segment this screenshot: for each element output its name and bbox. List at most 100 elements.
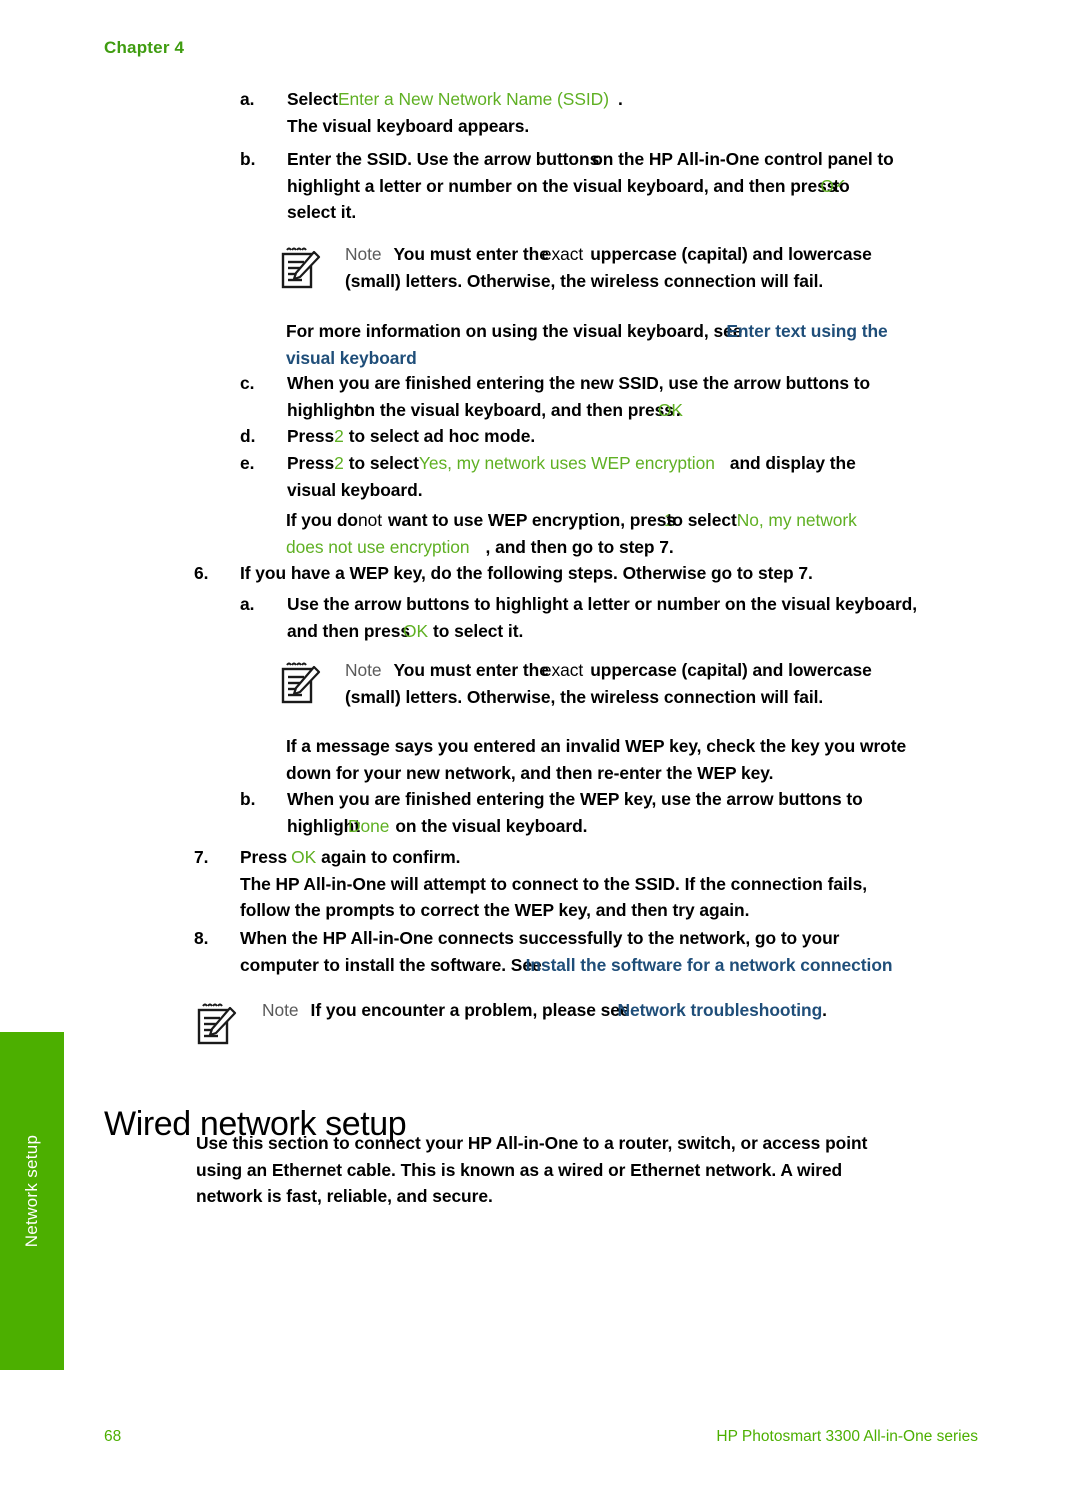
text-run: If you have a WEP key, do the following … <box>240 563 813 583</box>
text-run: to select ad hoc mode. <box>348 426 536 446</box>
text-run: to select <box>666 510 737 530</box>
text-run: to <box>833 175 850 196</box>
list-item-7-confirm: 7. Press OK again to confirm. The HP All-i… <box>194 844 1070 924</box>
paragraph-no-wep: If you donot want to use WEP encryption, … <box>286 507 1056 560</box>
text-run: want to use WEP encryption, press <box>388 510 676 530</box>
paragraph-invalid-wep-key: If a message says you entered an invalid… <box>286 733 1066 786</box>
ui-string-ok-button: OK <box>291 847 317 867</box>
ui-string-ok-button: OK <box>403 620 429 641</box>
text-run: on the HP All-in-One control panel to <box>592 149 894 169</box>
text-run: down for your new network, and then re-e… <box>286 762 774 783</box>
text-run: visual keyboard. <box>287 479 423 500</box>
text-run: The HP All-in-One will attempt to connec… <box>240 873 867 894</box>
text-run: Enter the SSID. Use the arrow buttons <box>287 149 600 169</box>
list-item-b-enter-ssid: b. Enter the SSID. Use the arrow buttons… <box>240 146 1080 226</box>
text-run: When the HP All-in-One connects successf… <box>240 928 840 948</box>
list-item-a-highlight-key: a. Use the arrow buttons to highlight a … <box>240 591 1080 644</box>
note-block-2: Note You must enter theexact uppercase (ca… <box>345 657 1045 710</box>
section-thumb-tab-label: Network setup <box>22 1134 41 1248</box>
text-run: You must enter the <box>393 244 549 264</box>
text-run: Press <box>240 847 288 867</box>
list-marker: 6. <box>194 563 209 583</box>
note-icon <box>281 662 321 704</box>
note-block-1: Note You must enter theexact uppercase (ca… <box>345 241 1045 294</box>
text-run: on the visual keyboard. <box>395 815 588 836</box>
list-item-6-wep-key: 6. If you have a WEP key, do the followi… <box>194 560 1070 587</box>
text-run: If a message says you entered an invalid… <box>286 736 907 756</box>
text-run: and display the <box>729 453 856 473</box>
text-run: on the visual keyboard, and then press <box>353 399 674 420</box>
text-run: highlight a letter or number on the visu… <box>287 175 837 196</box>
text-run: . <box>617 89 623 109</box>
ui-string-key-2: 2 <box>334 453 344 473</box>
ui-string-ssid-menu: Enter a New Network Name (SSID) <box>337 89 609 109</box>
text-run: not <box>358 510 383 530</box>
list-marker: a. <box>240 89 255 109</box>
text-run: and then press <box>287 620 410 641</box>
text-run: Use the arrow buttons to highlight a let… <box>287 594 918 614</box>
text-run: highlight <box>287 399 360 420</box>
ui-string-wep-yes: Yes, my network uses WEP encryption <box>418 453 715 473</box>
note-label: Note <box>345 244 382 264</box>
text-run: exact <box>541 244 584 264</box>
list-marker: 8. <box>194 928 209 948</box>
text-run: follow the prompts to correct the WEP ke… <box>240 900 750 921</box>
text-run: to select <box>348 453 419 473</box>
text-run: again to confirm. <box>321 847 461 867</box>
text-run: uppercase (capital) and lowercase <box>590 660 872 680</box>
footer-product-title: HP Photosmart 3300 All-in-One series <box>716 1428 978 1445</box>
text-run: Press <box>287 426 335 446</box>
document-page: Chapter 4 a. SelectEnter a New Network N… <box>0 0 1080 1495</box>
list-item-c-finish-ssid: c. When you are finished entering the ne… <box>240 370 1080 423</box>
text-run: The visual keyboard appears. <box>287 115 530 136</box>
list-item-a-select-ssid: a. SelectEnter a New Network Name (SSID)… <box>240 86 1080 139</box>
list-item-d-ad-hoc: d. Press2 to select ad hoc mode. <box>240 423 1080 450</box>
footer-page-number: 68 <box>104 1428 122 1445</box>
ui-string-wep-no: No, my network <box>736 510 857 530</box>
note-block-3: Note If you encounter a problem, please s… <box>262 997 1042 1024</box>
text-run: (small) letters. Otherwise, the wireless… <box>345 270 824 291</box>
xref-link-install-software[interactable]: Install the software for a network conne… <box>526 955 893 975</box>
section-thumb-tab: Network setup <box>0 1032 64 1370</box>
text-run: select it. <box>287 202 357 223</box>
text-run: Select <box>287 89 338 109</box>
text-run: exact <box>541 660 584 680</box>
text-run: For more information on using the visual… <box>286 321 743 341</box>
text-run: (small) letters. Otherwise, the wireless… <box>345 686 824 707</box>
xref-paragraph-visual-keyboard: For more information on using the visual… <box>286 318 1046 371</box>
text-run: . <box>822 1000 827 1020</box>
text-run: Press <box>287 453 335 473</box>
section-intro-paragraph: Use this section to connect your HP All-… <box>196 1130 1056 1210</box>
text-run: computer to install the software. See <box>240 954 542 975</box>
xref-link-network-troubleshooting[interactable]: Network troubleshooting <box>618 1000 823 1020</box>
text-run: network is fast, reliable, and secure. <box>196 1186 493 1207</box>
list-item-e-wep-prompt: e. Press2 to selectYes, my network uses W… <box>240 450 1080 503</box>
xref-link-enter-text[interactable]: Enter text using the <box>726 321 887 341</box>
text-run: uppercase (capital) and lowercase <box>590 244 872 264</box>
text-run: When you are finished entering the WEP k… <box>287 789 863 809</box>
list-marker: 7. <box>194 847 209 867</box>
text-run: using an Ethernet cable. This is known a… <box>196 1159 843 1180</box>
xref-link-enter-text-cont[interactable]: visual keyboard <box>286 345 1046 372</box>
list-marker: b. <box>240 149 256 169</box>
list-item-b-finish-wep-key: b. When you are finished entering the WE… <box>240 786 1080 839</box>
text-run: , and then go to step 7. <box>485 536 674 557</box>
list-marker: b. <box>240 789 256 809</box>
list-marker: a. <box>240 594 255 614</box>
ui-string-done-key: Done <box>347 815 390 836</box>
text-run: . <box>675 399 681 420</box>
text-run: When you are finished entering the new S… <box>287 373 871 393</box>
list-marker: e. <box>240 453 255 473</box>
list-marker: c. <box>240 373 255 393</box>
note-icon <box>281 247 321 289</box>
text-run: to select it. <box>433 620 524 641</box>
text-run: You must enter the <box>393 660 549 680</box>
note-label: Note <box>262 1000 299 1020</box>
chapter-header: Chapter 4 <box>104 38 185 57</box>
text-run: If you do <box>286 510 358 530</box>
note-label: Note <box>345 660 382 680</box>
ui-string-wep-no-cont: does not use encryption <box>286 536 470 557</box>
list-marker: d. <box>240 426 256 446</box>
text-run: Use this section to connect your HP All-… <box>196 1133 868 1153</box>
text-run: If you encounter a problem, please see <box>310 1000 630 1020</box>
